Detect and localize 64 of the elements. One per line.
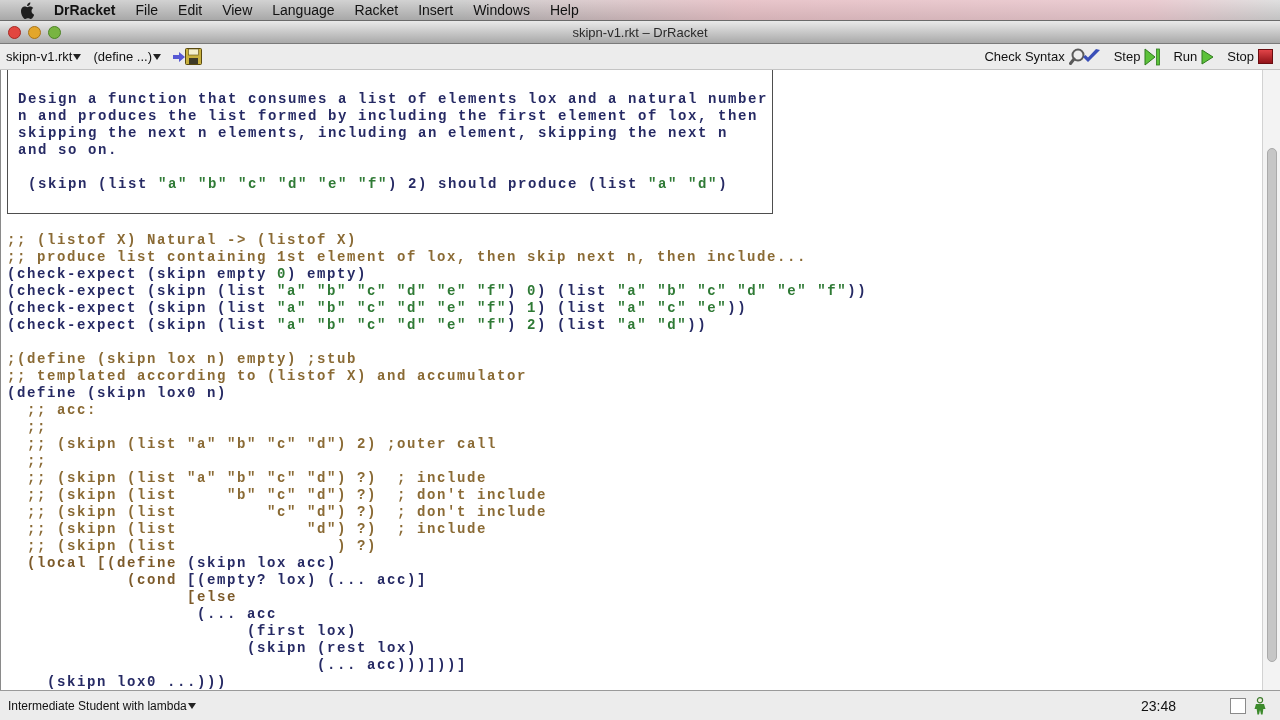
code-line: (local [(define (skipn lox acc) <box>26 555 339 572</box>
check-syntax-button[interactable]: Check Syntax <box>984 47 1101 66</box>
step-button[interactable]: Step <box>1113 47 1161 66</box>
code-line: ;; (skipn (list "a" "b" "c" "d") 2) ;outer call <box>26 436 499 453</box>
menu-item[interactable]: Racket <box>354 2 399 18</box>
minimize-icon[interactable] <box>28 25 41 39</box>
menu-item[interactable]: View <box>222 2 253 18</box>
blank-square-icon <box>1230 697 1246 714</box>
app-menu[interactable]: DrRacket <box>54 2 116 18</box>
code-line: (check-expect (skipn empty 0) empty) <box>7 266 369 283</box>
cursor-position: 23:48 <box>1140 697 1176 714</box>
code-line: ;; (skipn (list "c" "d") ?) ; don't include <box>26 504 549 521</box>
description-line: n and produces the list formed by including the first element of lox, then <box>18 108 760 125</box>
caret-icon <box>153 53 161 60</box>
example-line: (skipn (list "a" "b" "c" "d" "e" "f") 2) should produce (list "a" "d") <box>27 176 730 193</box>
apple-icon[interactable] <box>20 1 34 19</box>
code-line: ;(define (skipn lox n) empty) ;stub <box>7 351 359 368</box>
caret-icon <box>187 702 196 709</box>
code-line: ;; acc: <box>26 402 98 419</box>
menu-item[interactable]: Windows <box>473 2 530 18</box>
code-line: ;; (skipn (list ) ?) <box>26 538 379 555</box>
maximize-icon[interactable] <box>48 25 61 39</box>
code-line: (cond [(empty? lox) (... acc)] <box>126 572 429 589</box>
description-line: and so on. <box>18 142 119 159</box>
code-line: ;; produce list containing 1st element of lox, then skip next n, then include... <box>7 249 809 266</box>
code-line: ;; (listof X) Natural -> (listof X) <box>7 232 359 249</box>
menu-item[interactable]: Help <box>549 2 579 18</box>
code-line: (define (skipn lox0 n) <box>7 385 229 402</box>
stop-button[interactable]: Stop <box>1227 49 1273 64</box>
language-menu-button[interactable]: Intermediate Student with lambda <box>8 698 196 713</box>
code-line: (check-expect (skipn (list "a" "b" "c" "d" "e" "f") 1) (list "a" "c" "e")) <box>7 300 749 317</box>
file-menu-button[interactable]: skipn-v1.rkt <box>6 49 82 64</box>
code-line: (... acc)))]))] <box>316 657 469 674</box>
menu-item[interactable]: Language <box>272 2 335 18</box>
scrollbar-track[interactable] <box>1262 70 1280 690</box>
run-button[interactable]: Run <box>1173 48 1215 65</box>
scrollbar-thumb[interactable] <box>1266 148 1277 662</box>
code-line: ;; <box>26 453 48 470</box>
caret-icon <box>73 53 82 60</box>
code-line: ;; (skipn (list "b" "c" "d") ?) ; don't include <box>26 487 549 504</box>
menu-item[interactable]: Insert <box>418 2 454 18</box>
magnifier-check-icon <box>1068 47 1101 66</box>
play-icon <box>1201 48 1215 65</box>
arrow-icon[interactable] <box>173 51 185 62</box>
code-line: (first lox) <box>246 623 359 640</box>
code-line: ;; (skipn (list "d") ?) ; include <box>26 521 489 538</box>
code-line: (skipn (rest lox) <box>246 640 419 657</box>
code-line: (check-expect (skipn (list "a" "b" "c" "d" "e" "f") 0) (list "a" "b" "c" "d" "e" "f")) <box>7 283 869 300</box>
step-icon <box>1144 47 1161 66</box>
code-line: (check-expect (skipn (list "a" "b" "c" "d" "e" "f") 2) (list "a" "d")) <box>7 317 709 334</box>
description-line: skipping the next n elements, including an element, skipping the next n <box>18 125 730 142</box>
code-line: ;; templated according to (listof X) and accumulator <box>7 368 529 385</box>
code-line: (skipn lox0 ...))) <box>46 674 229 690</box>
menu-item[interactable]: File <box>135 2 159 18</box>
code-line: ;; <box>26 419 48 436</box>
definitions-menu-button[interactable]: (define ...) <box>93 49 161 64</box>
window-title: skipn-v1.rkt – DrRacket <box>572 24 708 40</box>
person-icon <box>1254 696 1266 715</box>
code-line: (... acc <box>196 606 279 623</box>
code-line: ;; (skipn (list "a" "b" "c" "d") ?) ; include <box>26 470 489 487</box>
code-line: [else <box>186 589 239 606</box>
stop-icon <box>1258 49 1273 64</box>
menu-item[interactable]: Edit <box>178 2 203 18</box>
close-icon[interactable] <box>8 25 21 39</box>
